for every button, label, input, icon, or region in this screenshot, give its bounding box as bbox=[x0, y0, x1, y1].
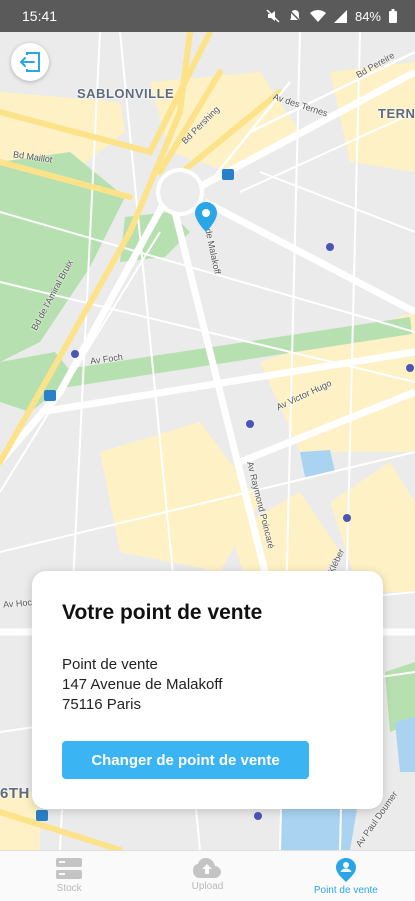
card-title: Votre point de vente bbox=[62, 601, 263, 624]
store-label: Point de vente bbox=[62, 656, 158, 673]
map-label-district: SABLONVILLE bbox=[77, 86, 175, 101]
tab-label-point-de-vente: Point de vente bbox=[313, 885, 378, 896]
logout-icon bbox=[20, 52, 40, 72]
status-time: 15:41 bbox=[22, 8, 58, 24]
map-label-district: TERN bbox=[378, 106, 415, 121]
person-pin-icon bbox=[335, 858, 356, 882]
point-de-vente-card: Votre point de vente Point de vente 147 … bbox=[32, 571, 383, 809]
mute-icon bbox=[266, 9, 280, 23]
address-line-1: 147 Avenue de Malakoff bbox=[62, 676, 223, 693]
battery-level: 84% bbox=[354, 8, 381, 24]
tab-label-upload: Upload bbox=[191, 881, 224, 892]
store-address: Point de vente 147 Avenue de Malakoff 75… bbox=[62, 655, 353, 715]
address-line-2: 75116 Paris bbox=[62, 696, 141, 713]
exit-button[interactable] bbox=[11, 43, 49, 81]
change-store-button[interactable]: Changer de point de vente bbox=[62, 741, 309, 779]
tab-stock[interactable]: Stock bbox=[0, 851, 138, 901]
upload-icon bbox=[193, 858, 222, 878]
dnd-icon bbox=[288, 9, 302, 23]
tab-point-de-vente[interactable]: Point de vente bbox=[277, 851, 415, 901]
battery-icon bbox=[389, 9, 397, 23]
status-bar: 15:41 84% bbox=[0, 0, 415, 32]
stock-icon bbox=[56, 858, 83, 879]
status-icons: 84% bbox=[266, 9, 397, 24]
tab-label-stock: Stock bbox=[56, 883, 82, 894]
map-label-district: 6TH bbox=[0, 785, 30, 802]
bottom-tab-bar: Stock Upload Point de vente bbox=[0, 850, 415, 901]
signal-icon bbox=[333, 9, 347, 23]
map-pin-icon bbox=[195, 202, 217, 232]
location-pin[interactable] bbox=[195, 202, 217, 237]
wifi-icon bbox=[309, 9, 326, 22]
tab-upload[interactable]: Upload bbox=[138, 851, 276, 901]
